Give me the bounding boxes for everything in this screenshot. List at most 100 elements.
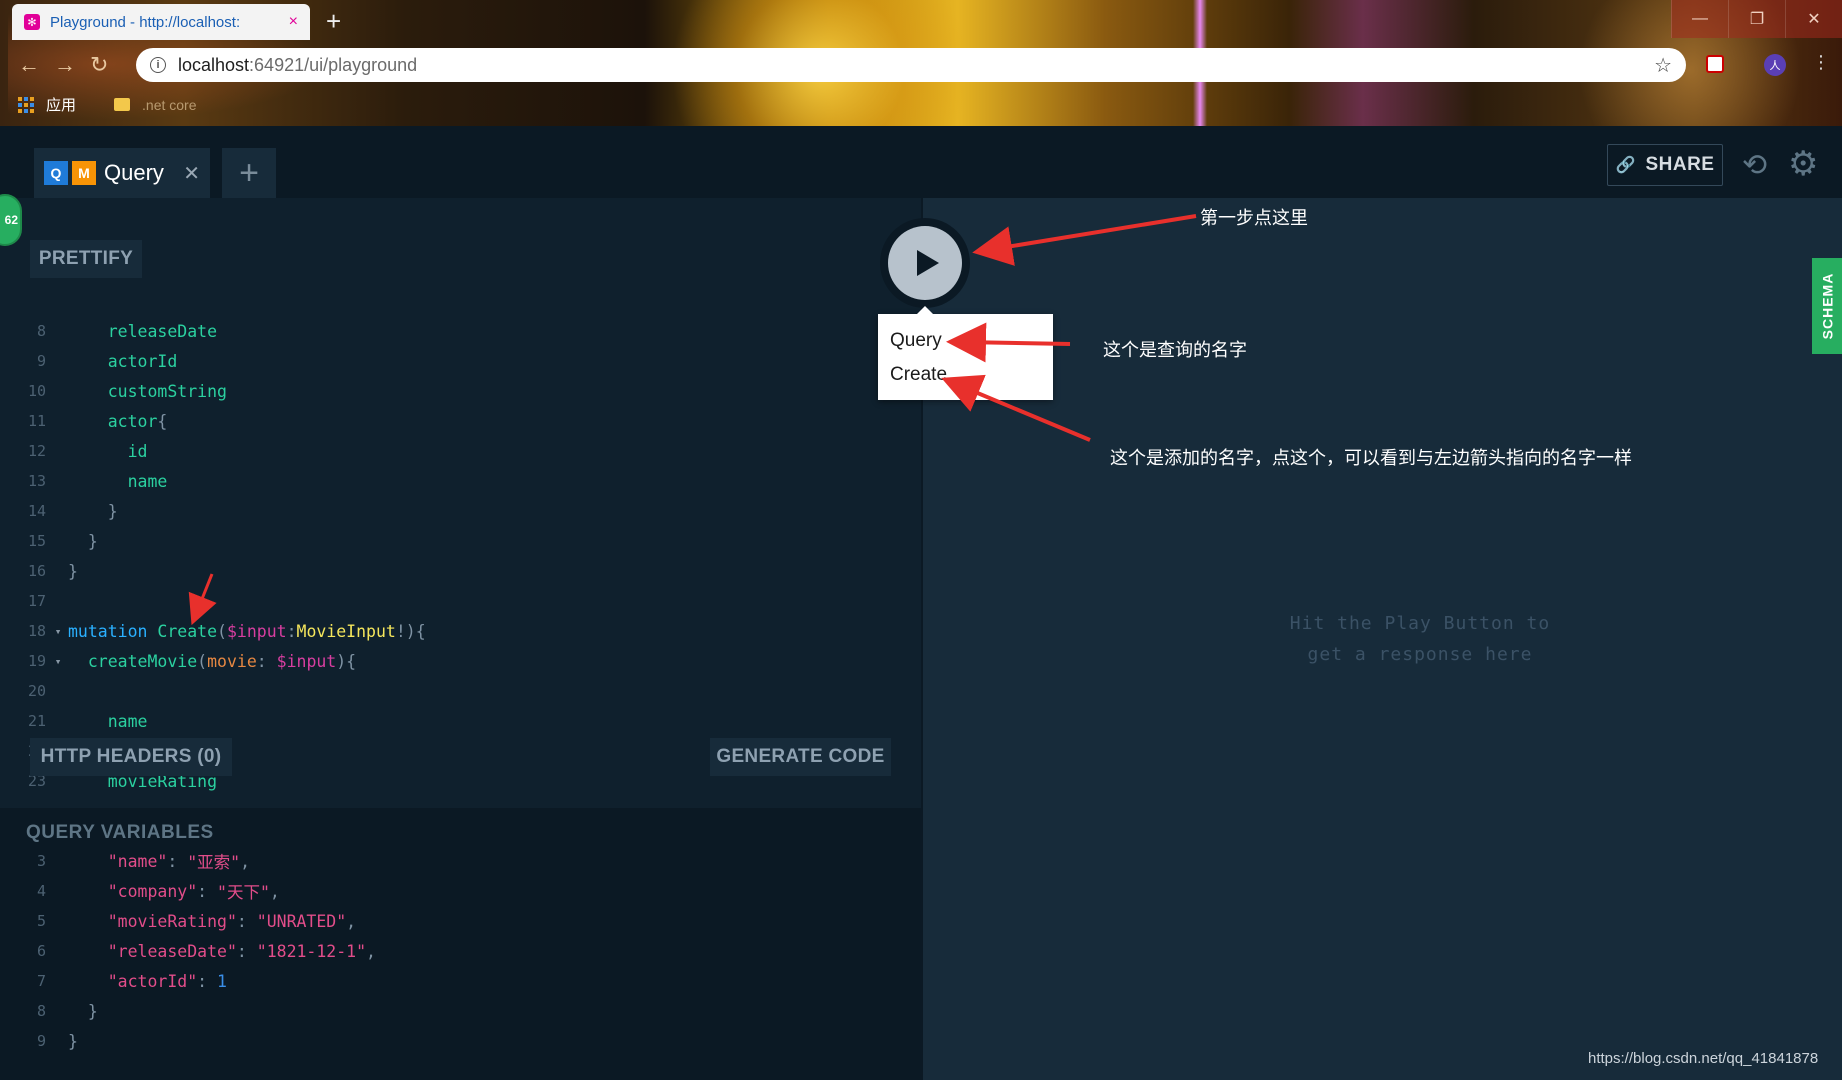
line-number: 14: [27, 502, 46, 520]
code-token-str: "天下": [217, 883, 270, 902]
editor-line[interactable]: 19 ▾ createMovie(movie: $input){: [0, 646, 921, 676]
editor-code[interactable]: 8 releaseDate 9 actorId 10 customString 11 …: [0, 316, 921, 796]
variables-line[interactable]: 9}: [0, 1026, 921, 1056]
variables-line[interactable]: 5 "movieRating": "UNRATED",: [0, 906, 921, 936]
result-placeholder: Hit the Play Button to get a response he…: [1210, 608, 1630, 670]
line-number: 10: [27, 382, 46, 400]
bookmark-star-icon[interactable]: ☆: [1654, 53, 1672, 78]
editor-line[interactable]: 11 actor{: [0, 406, 921, 436]
editor-line[interactable]: 14 }: [0, 496, 921, 526]
editor-line[interactable]: 9 actorId: [0, 346, 921, 376]
code-token-key: "movieRating": [107, 911, 237, 931]
variables-line[interactable]: 6 "releaseDate": "1821-12-1",: [0, 936, 921, 966]
code-token-punct: {: [157, 411, 168, 431]
extension-icon[interactable]: [1706, 55, 1724, 73]
line-number: 5: [36, 912, 46, 930]
operation-item-query[interactable]: Query: [878, 324, 1053, 358]
variables-line[interactable]: 8 }: [0, 996, 921, 1026]
code-token-field: name: [127, 471, 168, 491]
code-token-punct: }: [87, 1001, 98, 1021]
line-number: 9: [36, 352, 46, 370]
restore-button[interactable]: ❐: [1728, 0, 1785, 38]
line-number: 6: [36, 942, 46, 960]
code-token-field: name: [107, 711, 148, 731]
editor-line[interactable]: 21 name: [0, 706, 921, 736]
schema-tab[interactable]: SCHEMA: [1812, 258, 1842, 354]
bookmarks-bar: 应用 .net core: [18, 94, 197, 115]
line-number: 8: [36, 322, 46, 340]
share-button[interactable]: 🔗 SHARE: [1607, 144, 1723, 186]
fold-chevron-icon[interactable]: ▾: [48, 625, 68, 638]
schema-label: SCHEMA: [1819, 272, 1836, 340]
close-tab-icon[interactable]: ✕: [183, 161, 200, 186]
forward-arrow-icon[interactable]: →: [54, 52, 76, 78]
browser-tab[interactable]: ✻ Playground - http://localhost: ×: [12, 4, 310, 40]
http-headers-button[interactable]: HTTP HEADERS (0): [30, 738, 232, 776]
prettify-button[interactable]: PRETTIFY: [30, 240, 142, 278]
tab-query[interactable]: Q M Query ✕: [34, 148, 210, 198]
query-variables-title[interactable]: QUERY VARIABLES: [26, 822, 214, 844]
variables-line[interactable]: 4 "company": "天下",: [0, 876, 921, 906]
editor-line[interactable]: 17: [0, 586, 921, 616]
editor-line[interactable]: 10 customString: [0, 376, 921, 406]
code-token-punct: }: [68, 1031, 78, 1051]
variables-line[interactable]: 3 "name": "亚索",: [0, 846, 921, 876]
line-number: 11: [27, 412, 46, 430]
browser-menu-icon[interactable]: ⋮: [1812, 52, 1830, 73]
execute-button[interactable]: [880, 218, 970, 308]
gear-icon[interactable]: ⚙: [1788, 144, 1818, 184]
site-info-icon[interactable]: i: [150, 57, 166, 73]
line-number: 19: [27, 652, 46, 670]
code-token-var: $input: [226, 621, 287, 641]
code-token-field: actorId: [107, 351, 178, 371]
tab-close-icon[interactable]: ×: [289, 13, 298, 31]
tab-label: Query: [104, 160, 164, 185]
code-token-str: "1821-12-1": [256, 941, 367, 961]
reload-icon[interactable]: ↻: [90, 52, 108, 78]
editor-line[interactable]: 12 id: [0, 436, 921, 466]
fold-chevron-icon[interactable]: ▾: [48, 655, 68, 668]
code-token-punct: ,: [269, 881, 280, 901]
line-number: 18: [27, 622, 46, 640]
url-host: localhost: [178, 54, 250, 75]
editor-line[interactable]: 8 releaseDate: [0, 316, 921, 346]
bookmark-apps[interactable]: 应用: [46, 94, 76, 115]
profile-avatar[interactable]: 人: [1764, 54, 1786, 76]
new-tab-button[interactable]: +: [326, 8, 341, 34]
history-icon[interactable]: ⟲: [1742, 148, 1767, 183]
editor-line[interactable]: 13 name: [0, 466, 921, 496]
generate-code-button[interactable]: GENERATE CODE: [710, 738, 891, 776]
line-number: 16: [27, 562, 46, 580]
code-token-punct: (: [217, 621, 227, 641]
code-token-arg: movie: [207, 651, 257, 671]
graphql-favicon-icon: ✻: [24, 14, 40, 30]
operation-item-create[interactable]: Create: [878, 358, 1053, 392]
add-tab-button[interactable]: +: [222, 148, 276, 198]
code-token-punct: !){: [395, 621, 426, 641]
apps-grid-icon[interactable]: [18, 96, 34, 113]
address-bar[interactable]: i localhost :64921/ui/playground ☆: [136, 48, 1686, 82]
editor-line[interactable]: 18 ▾ mutation Create($input: MovieInput !){: [0, 616, 921, 646]
variables-code[interactable]: 3 "name": "亚索", 4 "company": "天下", 5 "movi…: [0, 846, 921, 1056]
close-window-button[interactable]: ✕: [1785, 0, 1842, 38]
minimize-button[interactable]: —: [1671, 0, 1728, 38]
editor-line[interactable]: 20: [0, 676, 921, 706]
line-number: 13: [27, 472, 46, 490]
editor-line[interactable]: 16}: [0, 556, 921, 586]
bookmark-net-core[interactable]: .net core: [142, 97, 196, 113]
play-button[interactable]: [888, 226, 962, 300]
variables-line[interactable]: 7 "actorId": 1: [0, 966, 921, 996]
line-number: 17: [27, 592, 46, 610]
editor-line[interactable]: 15 }: [0, 526, 921, 556]
back-arrow-icon[interactable]: ←: [18, 52, 40, 78]
query-badge: Q: [44, 161, 68, 185]
code-token-punct: ,: [240, 851, 251, 871]
code-token-field: releaseDate: [107, 321, 218, 341]
